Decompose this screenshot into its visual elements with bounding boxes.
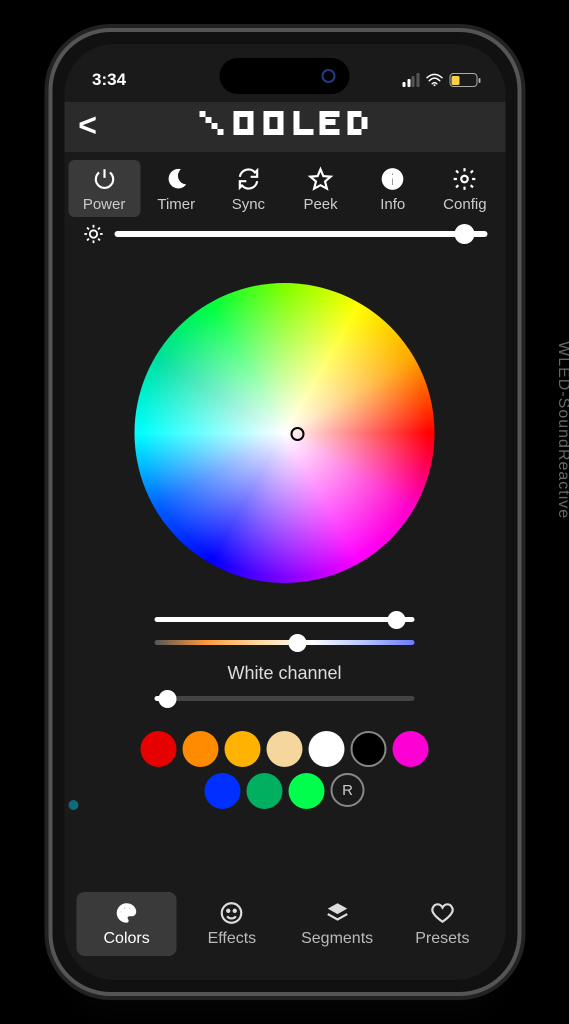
power-icon xyxy=(91,166,117,192)
color-wheel-cursor[interactable] xyxy=(291,427,305,441)
nav-segments-label: Segments xyxy=(301,930,373,948)
swatch-green[interactable] xyxy=(289,773,325,809)
info-icon xyxy=(380,166,406,192)
config-label: Config xyxy=(443,196,486,213)
wifi-icon xyxy=(425,73,443,87)
swatch-black[interactable] xyxy=(351,731,387,767)
power-label: Power xyxy=(83,196,126,213)
timer-button[interactable]: Timer xyxy=(140,160,212,217)
palette-icon xyxy=(114,900,140,926)
title-bar: < xyxy=(64,102,505,152)
nav-colors-label: Colors xyxy=(104,930,150,948)
swatch-random[interactable]: R xyxy=(331,773,365,807)
brightness-row xyxy=(64,223,505,253)
power-side-button xyxy=(519,272,521,372)
swatch-orange[interactable] xyxy=(183,731,219,767)
bottom-nav: Colors Effects Segments Presets xyxy=(64,884,505,980)
swatch-blue[interactable] xyxy=(205,773,241,809)
side-button xyxy=(48,212,50,248)
nav-presets-label: Presets xyxy=(415,930,469,948)
screen: 3:34 < xyxy=(64,44,505,980)
white-channel-label: White channel xyxy=(155,663,415,684)
peek-button[interactable]: Peek xyxy=(285,160,357,217)
power-button[interactable]: Power xyxy=(68,160,140,217)
timer-label: Timer xyxy=(157,196,195,213)
color-temp-slider[interactable] xyxy=(155,640,415,645)
star-icon xyxy=(308,166,334,192)
swatch-amber[interactable] xyxy=(225,731,261,767)
sync-icon xyxy=(235,166,261,192)
nav-effects[interactable]: Effects xyxy=(182,892,282,956)
swatch-emerald[interactable] xyxy=(247,773,283,809)
brightness-slider[interactable] xyxy=(114,231,487,237)
peek-label: Peek xyxy=(303,196,337,213)
sync-button[interactable]: Sync xyxy=(212,160,284,217)
sync-label: Sync xyxy=(232,196,265,213)
brightness-icon xyxy=(82,223,104,245)
volume-down-button xyxy=(48,352,50,416)
segment-indicator-dot xyxy=(68,800,78,810)
volume-up-button xyxy=(48,272,50,336)
config-button[interactable]: Config xyxy=(429,160,501,217)
nav-effects-label: Effects xyxy=(208,930,257,948)
info-button[interactable]: Info xyxy=(357,160,429,217)
swatch-warm-white[interactable] xyxy=(267,731,303,767)
cellular-signal-icon xyxy=(403,73,420,87)
moon-icon xyxy=(163,166,189,192)
smile-icon xyxy=(219,900,245,926)
nav-segments[interactable]: Segments xyxy=(287,892,387,956)
app-logo xyxy=(87,105,491,149)
nav-presets[interactable]: Presets xyxy=(392,892,492,956)
phone-frame: 3:34 < xyxy=(48,28,521,996)
swatch-white[interactable] xyxy=(309,731,345,767)
value-slider[interactable] xyxy=(155,617,415,622)
layers-icon xyxy=(324,900,350,926)
status-time: 3:34 xyxy=(92,70,126,90)
toolbar: Power Timer Sync Peek Info Config xyxy=(64,152,505,223)
swatch-red[interactable] xyxy=(141,731,177,767)
white-channel-slider[interactable] xyxy=(155,696,415,701)
battery-icon xyxy=(449,73,477,87)
dynamic-island xyxy=(220,58,350,94)
colors-panel: White channel R xyxy=(64,253,505,884)
color-swatches: R xyxy=(140,731,430,809)
heart-icon xyxy=(429,900,455,926)
gear-icon xyxy=(452,166,478,192)
color-wheel[interactable] xyxy=(135,283,435,583)
swatch-magenta[interactable] xyxy=(393,731,429,767)
watermark-text: WLED-SoundReactive xyxy=(554,341,569,519)
info-label: Info xyxy=(380,196,405,213)
nav-colors[interactable]: Colors xyxy=(77,892,177,956)
